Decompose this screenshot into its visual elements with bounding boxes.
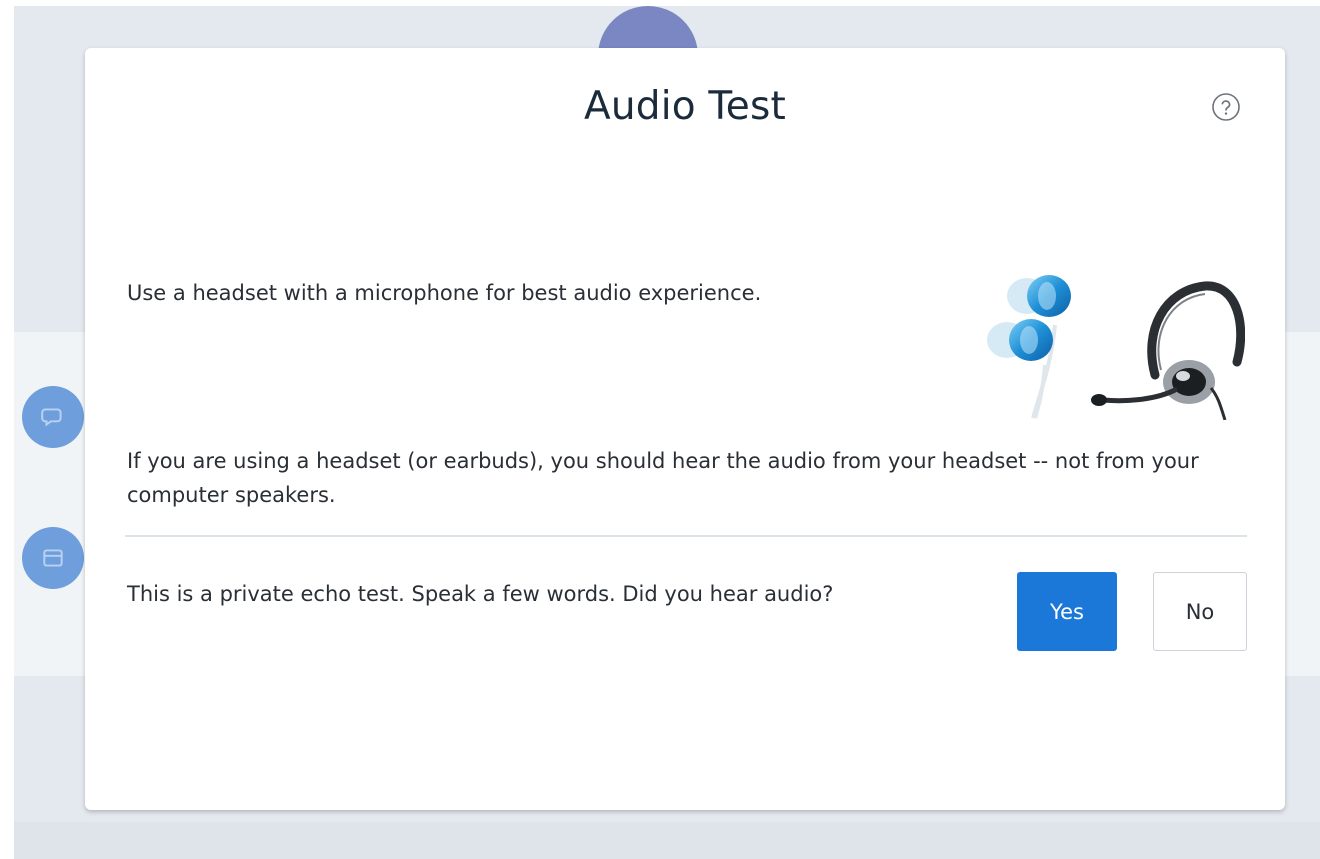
- divider: [125, 535, 1247, 537]
- help-circle-icon: [1212, 93, 1240, 121]
- background-bottom-bar: [14, 822, 1320, 859]
- chat-button: [22, 386, 84, 448]
- headset-tip: Use a headset with a microphone for best…: [127, 281, 762, 305]
- modal-title: Audio Test: [583, 84, 787, 129]
- yes-button[interactable]: Yes: [1017, 572, 1117, 651]
- notes-icon: [43, 549, 63, 567]
- notes-button: [22, 527, 84, 589]
- audio-test-modal: Audio Test Use a headset with a micropho…: [85, 48, 1285, 810]
- echo-test-question: This is a private echo test. Speak a few…: [127, 582, 834, 606]
- chat-icon: [41, 408, 62, 427]
- headset-note: If you are using a headset (or earbuds),…: [127, 449, 1199, 507]
- no-button[interactable]: No: [1153, 572, 1247, 651]
- headphones-image: [987, 275, 1245, 420]
- help-button[interactable]: [1211, 92, 1241, 122]
